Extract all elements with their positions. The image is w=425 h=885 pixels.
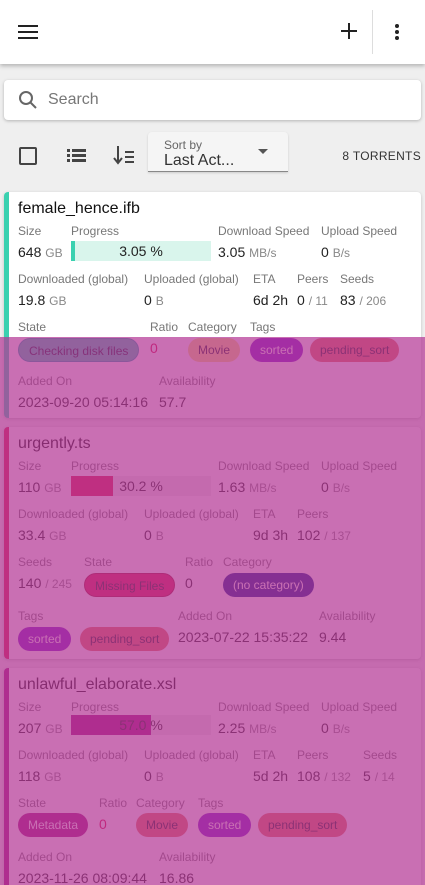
search-input[interactable]: [48, 88, 408, 112]
chevron-down-icon: [258, 149, 268, 154]
eta-field: ETA 6d 2h: [253, 272, 289, 308]
size-field: Size 110 GB: [18, 459, 62, 495]
uploaded-field: Uploaded (global) 0 B: [144, 748, 239, 784]
upload-speed-field: Upload Speed 0 B/s: [321, 459, 398, 495]
state-field: State: [84, 555, 113, 569]
state-chip: Missing Files: [84, 573, 176, 597]
torrent-count: 8 TORRENTS: [342, 149, 421, 163]
added-on-field: Added On 2023-11-26 08:09:44: [18, 850, 147, 885]
toolbar-divider: [372, 10, 373, 54]
menu-icon[interactable]: [18, 24, 38, 40]
torrent-name: urgently.ts: [18, 435, 91, 452]
category-field: Category: [223, 555, 272, 569]
state-chip: Metadata: [18, 813, 89, 837]
download-speed-field: Download Speed 1.63 MB/s: [218, 459, 310, 495]
list-toolbar: Sort by Last Act... 8 TORRENTS: [0, 130, 425, 180]
sort-icon[interactable]: [113, 145, 135, 165]
tag-chip: sorted: [18, 627, 72, 651]
availability-field: Availability 57.7: [159, 374, 216, 410]
progress-bar: 57.0 %: [71, 715, 211, 735]
tag-chip: sorted: [198, 813, 252, 837]
sort-by-value: Last Act...: [164, 152, 235, 169]
category-chip: Movie: [188, 338, 241, 362]
tags-field: Tags: [18, 609, 44, 623]
category-chip: Movie: [136, 813, 189, 837]
sort-by-label: Sort by: [164, 138, 203, 152]
category-field: Category: [188, 320, 237, 334]
upload-speed-field: Upload Speed 0 B/s: [321, 224, 398, 260]
ratio-field: Ratio 0: [99, 796, 128, 832]
peers-field: Peers 102 / 137: [297, 507, 351, 543]
plus-icon[interactable]: [339, 21, 359, 41]
status-bar: [4, 427, 9, 659]
category-chip: (no category): [223, 573, 314, 597]
state-chip: Checking disk files: [18, 338, 140, 362]
availability-field: Availability 16.86: [159, 850, 216, 885]
downloaded-field: Downloaded (global) 33.4 GB: [18, 507, 129, 543]
more-vert-icon[interactable]: [387, 22, 407, 42]
uploaded-field: Uploaded (global) 0 B: [144, 272, 239, 308]
status-bar: [4, 668, 9, 885]
seeds-field: Seeds 140 / 245: [18, 555, 72, 591]
uploaded-field: Uploaded (global) 0 B: [144, 507, 239, 543]
search-icon: [19, 91, 37, 109]
tags-field: Tags: [250, 320, 276, 334]
seeds-field: Seeds 5 / 14: [363, 748, 398, 784]
downloaded-field: Downloaded (global) 118 GB: [18, 748, 129, 784]
search-bar[interactable]: [4, 80, 421, 120]
torrent-card[interactable]: urgently.ts Size 110 GB Progress 30.2 % …: [4, 427, 421, 659]
progress-bar: 30.2 %: [71, 476, 211, 496]
progress-bar: 3.05 %: [71, 241, 211, 261]
ratio-field: Ratio 0: [185, 555, 214, 591]
upload-speed-field: Upload Speed 0 B/s: [321, 700, 398, 736]
size-field: Size 207 GB: [18, 700, 63, 736]
torrent-card[interactable]: unlawful_elaborate.xsl Size 207 GB Progr…: [4, 668, 421, 885]
sort-by-select[interactable]: Sort by Last Act...: [148, 132, 288, 172]
added-on-field: Added On 2023-09-20 05:14:16: [18, 374, 148, 410]
state-field: State: [18, 320, 47, 334]
size-field: Size 648 GB: [18, 224, 63, 260]
tag-chip: pending_sort: [80, 627, 170, 651]
select-all-checkbox[interactable]: [19, 147, 37, 165]
app-bar: [0, 0, 425, 64]
download-speed-field: Download Speed 2.25 MB/s: [218, 700, 310, 736]
torrent-card[interactable]: female_hence.ifb Size 648 GB Progress 3.…: [4, 192, 421, 418]
download-speed-field: Download Speed 3.05 MB/s: [218, 224, 310, 260]
status-bar: [4, 192, 9, 418]
availability-field: Availability 9.44: [319, 609, 376, 645]
torrent-name: female_hence.ifb: [18, 200, 140, 217]
peers-field: Peers 0 / 11: [297, 272, 329, 308]
peers-field: Peers 108 / 132: [297, 748, 351, 784]
seeds-field: Seeds 83 / 206: [340, 272, 387, 308]
eta-field: ETA 5d 2h: [253, 748, 289, 784]
list-view-icon[interactable]: [67, 149, 86, 163]
downloaded-field: Downloaded (global) 19.8 GB: [18, 272, 129, 308]
tag-chip: pending_sort: [310, 338, 400, 362]
added-on-field: Added On 2023-07-22 15:35:22: [178, 609, 308, 645]
eta-field: ETA 9d 3h: [253, 507, 289, 543]
tag-chip: pending_sort: [258, 813, 348, 837]
tag-chip: sorted: [250, 338, 304, 362]
ratio-field: Ratio 0: [150, 320, 179, 356]
torrent-name: unlawful_elaborate.xsl: [18, 676, 177, 693]
